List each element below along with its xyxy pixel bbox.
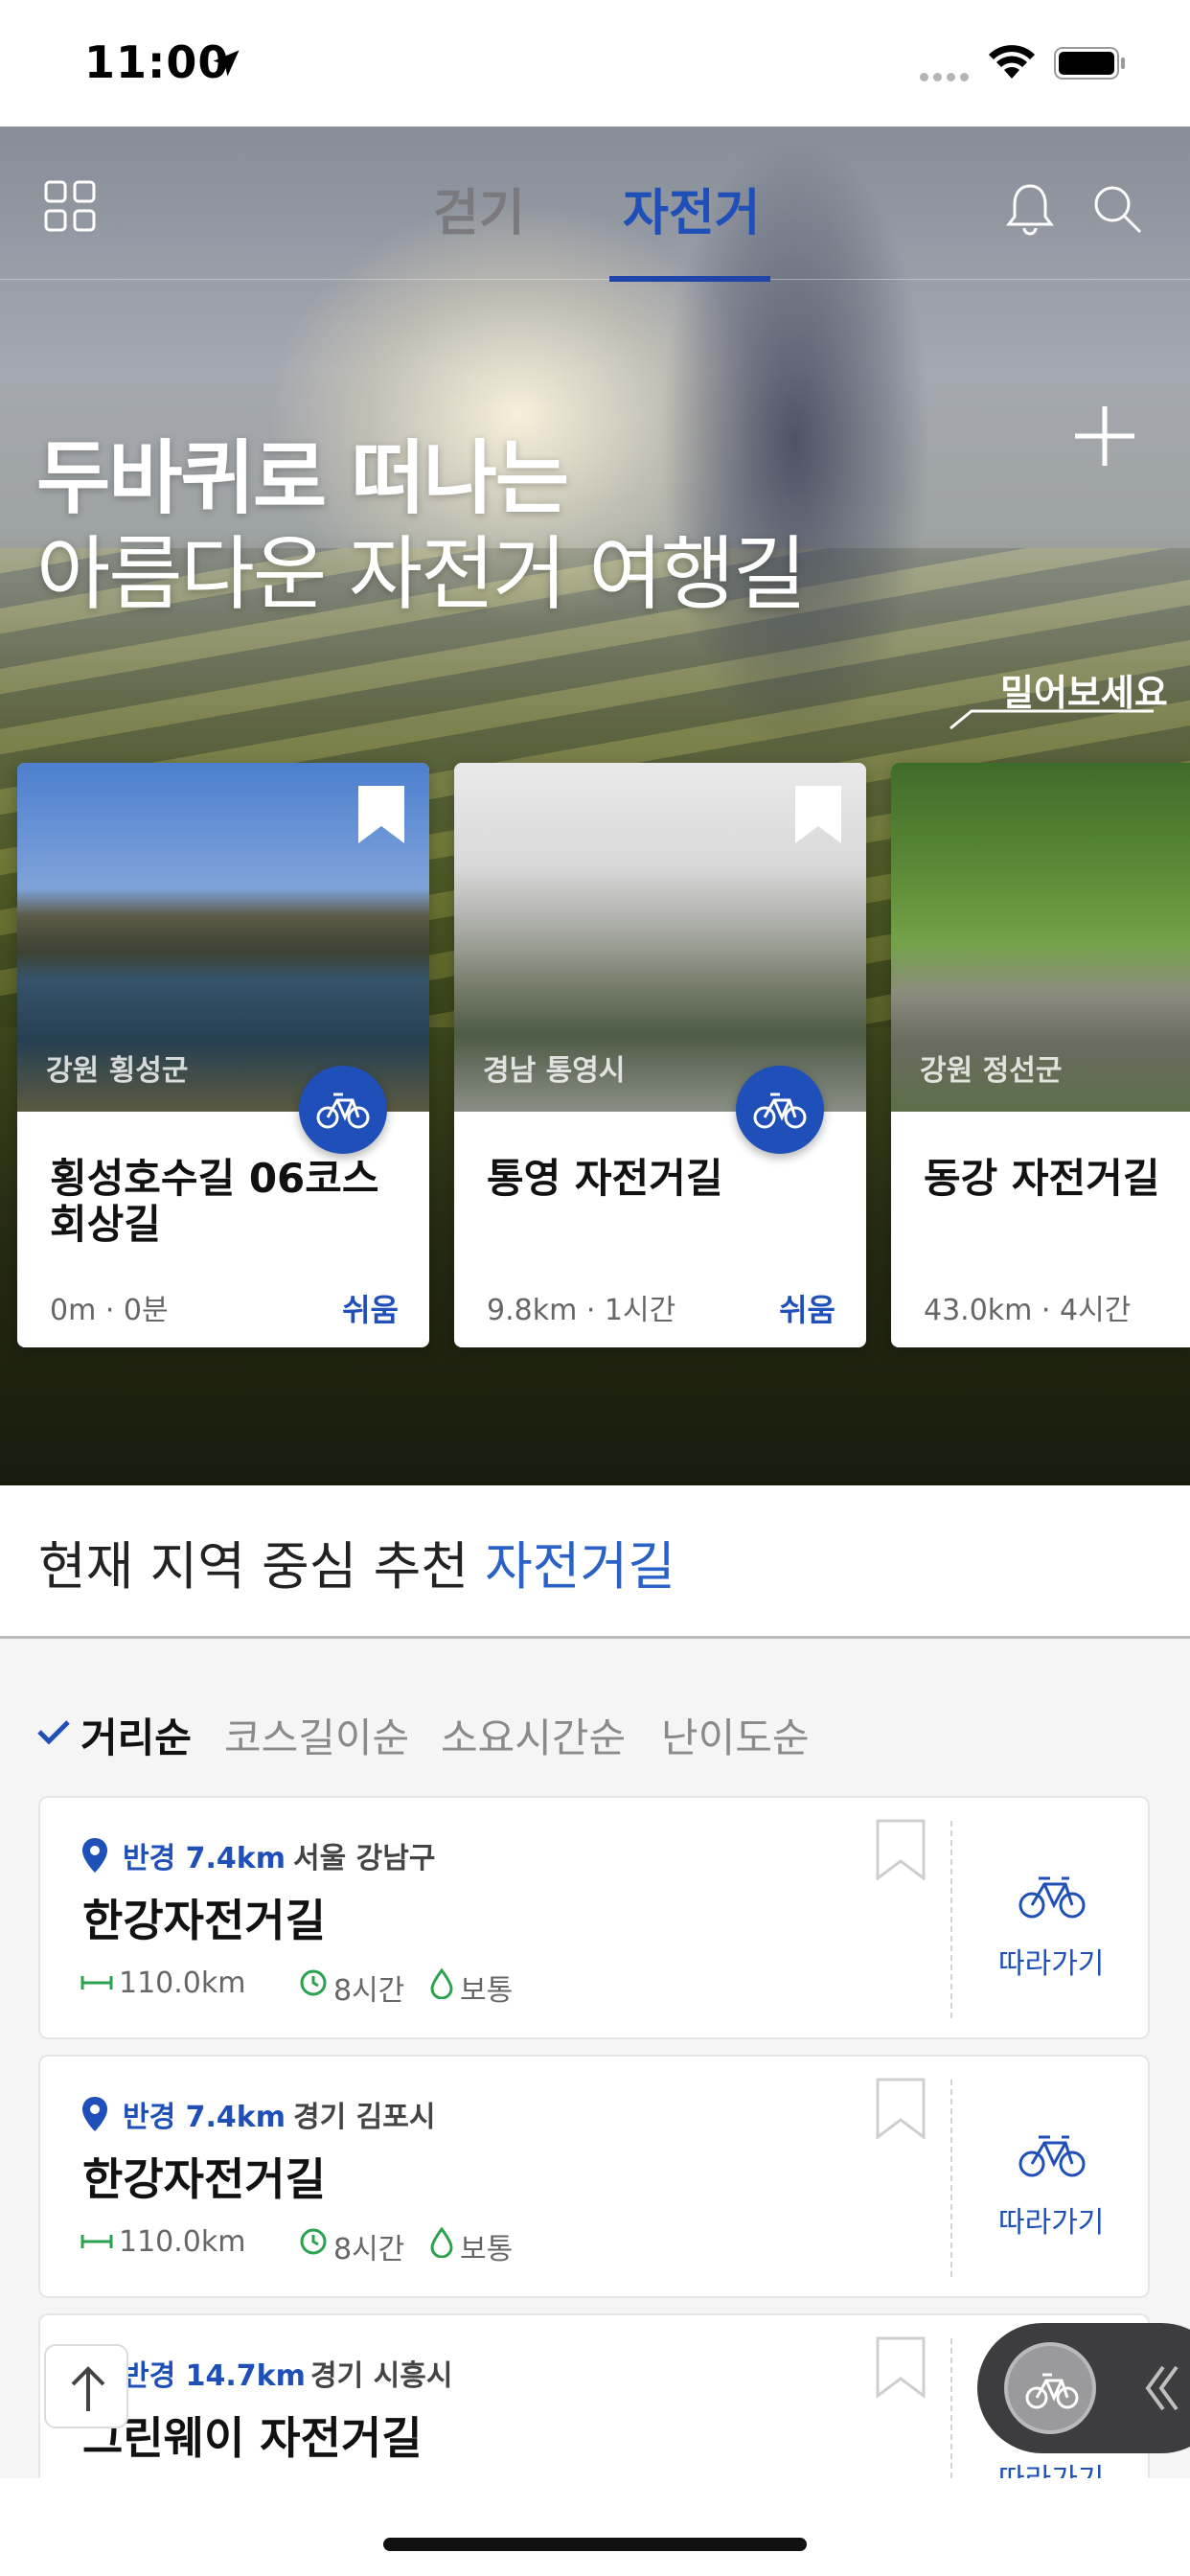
item-difficulty: 보통 bbox=[460, 2233, 514, 2266]
card-title: 통영 자전거길 bbox=[487, 1155, 723, 1202]
active-tab-indicator bbox=[609, 276, 770, 282]
bookmark-icon[interactable] bbox=[791, 784, 845, 845]
bicycle-icon bbox=[753, 1092, 807, 1129]
ruler-icon bbox=[80, 2235, 113, 2248]
item-title: 한강자전거길 bbox=[82, 1895, 326, 1946]
item-region: 서울 강남구 bbox=[293, 1842, 436, 1875]
location-arrow-icon bbox=[213, 50, 240, 77]
clock-icon bbox=[300, 1969, 327, 1996]
course-card[interactable]: 경남 통영시 통영 자전거길 9.8km · 1시간 쉬움 bbox=[454, 763, 866, 1347]
sort-options: 거리순 코스길이순 소요시간순 난이도순 bbox=[0, 1704, 1190, 1761]
swipe-arrow-icon bbox=[950, 709, 1154, 730]
grid-menu-icon[interactable] bbox=[44, 180, 96, 232]
scroll-to-top-button[interactable] bbox=[44, 2344, 128, 2428]
list-item[interactable]: 반경 7.4km 경기 김포시 한강자전거길 110.0km 8시간 보통 따라… bbox=[38, 2055, 1150, 2298]
bicycle-icon bbox=[1025, 2373, 1079, 2409]
plus-icon[interactable] bbox=[1071, 402, 1138, 470]
course-carousel[interactable]: 강원 횡성군 횡성호수길 06코스 회상길 0m · 0분 쉬움 경남 통영시 … bbox=[0, 763, 1190, 1347]
card-region: 강원 횡성군 bbox=[46, 1054, 189, 1088]
hero-banner: 걷기 자전거 두바퀴로 떠나는 아름다운 자전거 여행길 밀어보세요 강원 횡성… bbox=[0, 126, 1190, 1485]
home-indicator-area bbox=[0, 2478, 1190, 2576]
ride-start-button[interactable] bbox=[1004, 2342, 1096, 2434]
chevron-left-icon[interactable] bbox=[1142, 2361, 1180, 2415]
item-difficulty: 보통 bbox=[460, 1974, 514, 2008]
item-time: 8시간 bbox=[333, 1974, 405, 2008]
card-meta: 43.0km · 4시간 bbox=[924, 1294, 1132, 1327]
bicycle-icon[interactable] bbox=[1018, 2131, 1087, 2179]
item-title: 그린웨이 자전거길 bbox=[82, 2412, 423, 2464]
pin-icon bbox=[82, 1838, 107, 1873]
status-time: 11:00 bbox=[84, 36, 230, 88]
card-difficulty: 쉬움 bbox=[779, 1292, 835, 1328]
sort-course-length[interactable]: 코스길이순 bbox=[224, 1706, 409, 1764]
item-time: 8시간 bbox=[333, 2233, 405, 2266]
cellular-signal-icon bbox=[920, 67, 973, 85]
ruler-icon bbox=[80, 1976, 113, 1990]
status-bar: 11:00 bbox=[0, 0, 1190, 126]
home-indicator[interactable] bbox=[383, 2538, 807, 2551]
bicycle-icon bbox=[316, 1092, 370, 1129]
course-card[interactable]: 강원 횡성군 횡성호수길 06코스 회상길 0m · 0분 쉬움 bbox=[17, 763, 429, 1347]
wifi-icon bbox=[989, 45, 1035, 79]
tab-bicycle[interactable]: 자전거 bbox=[623, 172, 761, 244]
card-region: 강원 정선군 bbox=[920, 1054, 1063, 1088]
item-length: 110.0km bbox=[119, 2225, 246, 2259]
arrow-up-icon bbox=[71, 2366, 105, 2411]
item-title: 한강자전거길 bbox=[82, 2153, 326, 2205]
sort-difficulty[interactable]: 난이도순 bbox=[661, 1706, 810, 1764]
follow-button[interactable]: 따라가기 bbox=[998, 2198, 1104, 2241]
check-icon bbox=[37, 1720, 70, 1745]
card-title: 동강 자전거길 bbox=[924, 1155, 1160, 1202]
search-icon[interactable] bbox=[1090, 182, 1144, 236]
item-region: 경기 시흥시 bbox=[310, 2359, 453, 2393]
bookmark-icon[interactable] bbox=[355, 784, 408, 845]
pin-icon bbox=[82, 2097, 107, 2131]
follow-button[interactable]: 따라가기 bbox=[998, 1940, 1104, 1982]
section-title: 현재 지역 중심 추천 자전거길 bbox=[38, 1536, 675, 1597]
bookmark-icon[interactable] bbox=[874, 2078, 927, 2139]
list-item[interactable]: 반경 7.4km 서울 강남구 한강자전거길 110.0km 8시간 보통 따라… bbox=[38, 1796, 1150, 2039]
course-card[interactable]: 강원 정선군 동강 자전거길 43.0km · 4시간 bbox=[891, 763, 1190, 1347]
tab-walk[interactable]: 걷기 bbox=[433, 172, 525, 244]
drop-icon bbox=[430, 1968, 453, 1999]
top-navigation: 걷기 자전거 bbox=[0, 126, 1190, 282]
card-title: 횡성호수길 06코스 회상길 bbox=[50, 1155, 379, 1248]
item-length: 110.0km bbox=[119, 1966, 246, 2000]
card-region: 경남 통영시 bbox=[483, 1054, 626, 1088]
bicycle-badge bbox=[736, 1066, 824, 1154]
bicycle-badge bbox=[299, 1066, 387, 1154]
battery-icon bbox=[1054, 47, 1125, 80]
card-meta: 9.8km · 1시간 bbox=[487, 1294, 676, 1327]
sort-distance[interactable]: 거리순 bbox=[80, 1706, 192, 1764]
bookmark-icon[interactable] bbox=[874, 2336, 927, 2398]
recommend-section-header: 현재 지역 중심 추천 자전거길 bbox=[0, 1485, 1190, 1639]
item-radius: 반경 14.7km bbox=[123, 2359, 306, 2393]
sort-duration[interactable]: 소요시간순 bbox=[441, 1706, 626, 1764]
ride-mode-fab[interactable] bbox=[977, 2323, 1190, 2453]
drop-icon bbox=[430, 2227, 453, 2258]
bicycle-icon[interactable] bbox=[1018, 1873, 1087, 1920]
app-screen: 11:00 걷기 자전거 두바퀴로 떠나는 아름다운 자전거 여행길 밀어보세요… bbox=[0, 0, 1190, 2576]
bell-icon[interactable] bbox=[1004, 180, 1056, 238]
item-radius: 반경 7.4km bbox=[123, 1842, 286, 1875]
hero-title-line2: 아름다운 자전거 여행길 bbox=[36, 527, 807, 621]
bookmark-icon[interactable] bbox=[874, 1819, 927, 1880]
clock-icon bbox=[300, 2228, 327, 2255]
item-region: 경기 김포시 bbox=[293, 2101, 436, 2134]
item-radius: 반경 7.4km bbox=[123, 2101, 286, 2134]
card-difficulty: 쉬움 bbox=[342, 1292, 399, 1328]
card-meta: 0m · 0분 bbox=[50, 1294, 169, 1327]
